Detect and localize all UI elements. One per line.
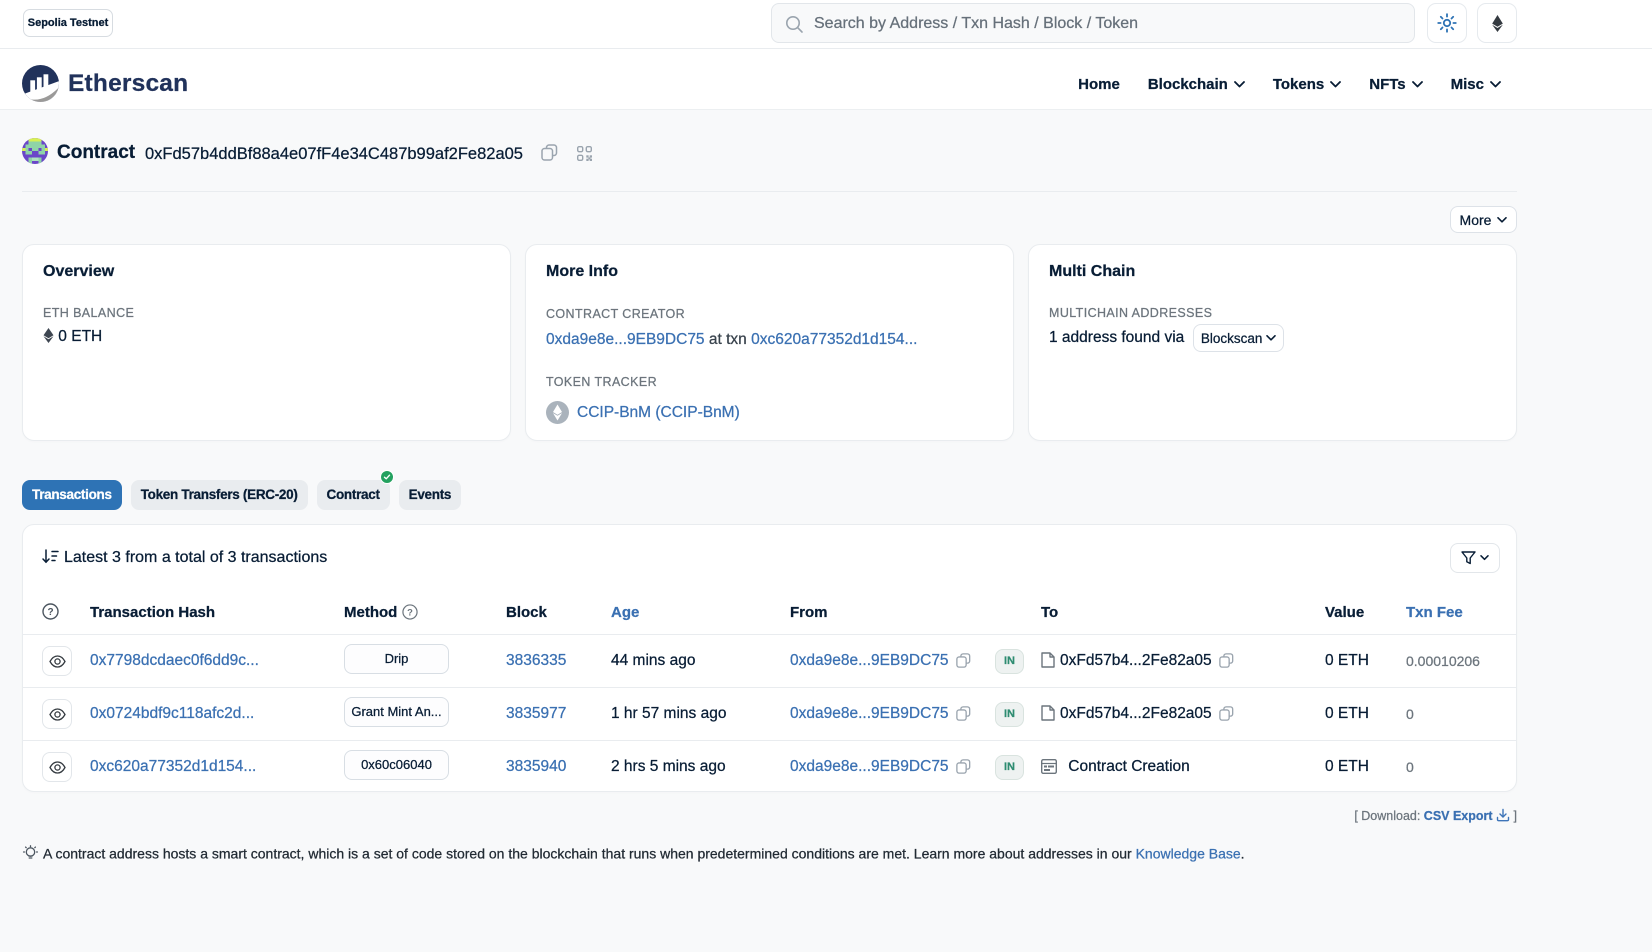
svg-text:?: ? [407,606,413,617]
svg-text:?: ? [47,607,53,618]
